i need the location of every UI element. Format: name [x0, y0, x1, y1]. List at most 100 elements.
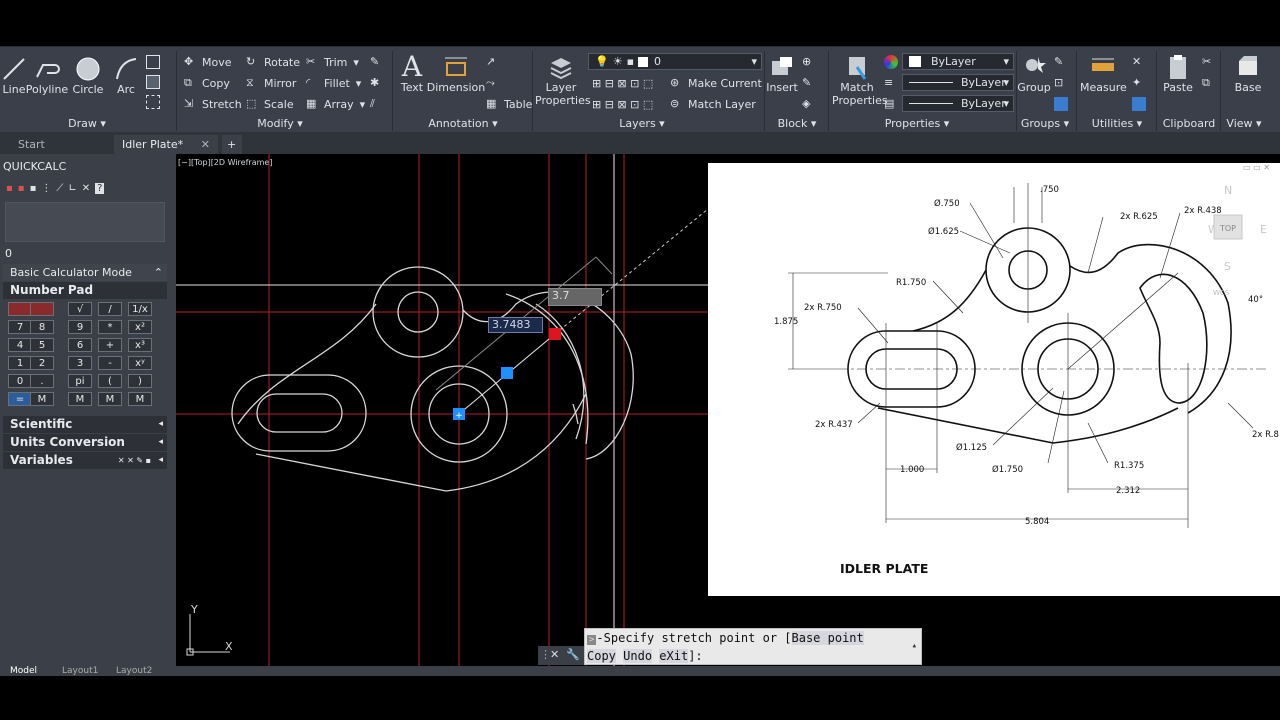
- cut-tool[interactable]: ✂: [1202, 53, 1220, 71]
- draw-group-label[interactable]: Draw ▾: [60, 117, 114, 133]
- copy-clip-tool[interactable]: ⧉: [1202, 74, 1220, 92]
- scale-button[interactable]: ⬚ Scale: [246, 95, 294, 113]
- calc-key[interactable]: /: [98, 302, 122, 316]
- clear-history-icon[interactable]: ▪: [18, 183, 25, 194]
- fillet-button[interactable]: ◜ Fillet ▾: [306, 74, 361, 92]
- move-button[interactable]: ✥ Move: [184, 53, 232, 71]
- option-undo[interactable]: Undo: [623, 649, 653, 663]
- angle-icon[interactable]: ∟: [68, 183, 76, 194]
- drawing-viewport[interactable]: [−][Top][2D Wireframe] + 3.7483 3.7 Y X: [176, 154, 708, 666]
- calc-key[interactable]: [30, 302, 54, 316]
- option-exit[interactable]: eXit: [659, 649, 689, 663]
- layer-dropdown[interactable]: 💡 ☀ ▪ 0 ▾: [588, 53, 762, 70]
- rotate-button[interactable]: ↻ Rotate: [246, 53, 300, 71]
- units-conversion-header[interactable]: Units Conversion ◂: [3, 434, 167, 451]
- rectangle-tool[interactable]: [146, 53, 164, 71]
- calc-key[interactable]: M: [128, 392, 152, 406]
- tab-start[interactable]: Start: [10, 135, 110, 154]
- groups-group-label[interactable]: Groups ▾: [1016, 117, 1074, 133]
- region-tool[interactable]: [146, 93, 164, 111]
- base-button[interactable]: Base: [1224, 53, 1272, 94]
- block-group-label[interactable]: Block ▾: [772, 117, 822, 133]
- calc-key[interactable]: 2: [30, 356, 54, 370]
- leader-tool[interactable]: ↗: [486, 53, 504, 71]
- measure-button[interactable]: Measure: [1080, 53, 1127, 94]
- group-button[interactable]: Group: [1010, 53, 1058, 94]
- clipboard-group-label[interactable]: Clipboard: [1160, 117, 1218, 133]
- mirror-button[interactable]: ⧖ Mirror: [246, 74, 296, 92]
- linetype-dropdown[interactable]: ByLayer ▾: [902, 74, 1014, 91]
- close-icon[interactable]: ✕: [550, 648, 559, 661]
- tab-layout2[interactable]: Layout2: [116, 666, 152, 676]
- lineweight-tool[interactable]: ≡: [884, 74, 902, 92]
- erase-tool[interactable]: ✎: [370, 53, 388, 71]
- layer-tools-row1[interactable]: ⊞ ⊟ ⊠ ⊡ ⬚: [592, 74, 653, 92]
- calc-key[interactable]: 7: [8, 320, 32, 334]
- option-copy[interactable]: Copy: [587, 649, 616, 663]
- calc-key[interactable]: 9: [68, 320, 92, 334]
- quick-select-tool[interactable]: ✕: [1132, 53, 1150, 71]
- attribute-tool[interactable]: ◈: [802, 95, 820, 113]
- calc-key[interactable]: .: [30, 374, 54, 388]
- table-button[interactable]: ▦ Table: [486, 95, 532, 113]
- variables-header[interactable]: Variables ✕ ✕ ✎ ▪ ◂: [3, 452, 167, 469]
- stretch-button[interactable]: ⇲ Stretch: [184, 95, 242, 113]
- clear-icon[interactable]: ▪: [6, 183, 13, 194]
- dynamic-angle-input[interactable]: 3.7: [548, 288, 602, 306]
- color-wheel-tool[interactable]: [884, 53, 902, 71]
- calc-key[interactable]: 1/x: [128, 302, 152, 316]
- calc-key[interactable]: 6: [68, 338, 92, 352]
- tab-idler-plate[interactable]: Idler Plate* ✕: [114, 135, 218, 154]
- match-properties-button[interactable]: Match Properties: [832, 53, 888, 107]
- hatch-tool[interactable]: [146, 73, 164, 91]
- trim-button[interactable]: ✂ Trim ▾: [306, 53, 359, 71]
- help-icon[interactable]: ?: [95, 183, 105, 194]
- calculator-tool[interactable]: [1132, 95, 1150, 113]
- calc-key[interactable]: 3: [68, 356, 92, 370]
- midpoint-grip[interactable]: [501, 367, 513, 379]
- group-edit-tool[interactable]: ⊡: [1054, 74, 1072, 92]
- calc-key[interactable]: [8, 302, 32, 316]
- viewport-window-controls[interactable]: ▭ ▭ ✕: [1243, 163, 1270, 172]
- calc-key[interactable]: ): [128, 374, 152, 388]
- view-group-label[interactable]: View ▾: [1224, 117, 1264, 133]
- calc-key[interactable]: (: [98, 374, 122, 388]
- tab-model[interactable]: Model: [10, 666, 37, 676]
- modify-group-label[interactable]: Modify ▾: [250, 117, 310, 133]
- calc-key[interactable]: M: [68, 392, 92, 406]
- hot-grip[interactable]: [549, 328, 561, 340]
- utilities-group-label[interactable]: Utilities ▾: [1086, 117, 1148, 133]
- tab-layout1[interactable]: Layout1: [62, 666, 98, 676]
- point-tool[interactable]: ✦: [1132, 74, 1150, 92]
- number-pad-header[interactable]: Number Pad: [3, 282, 167, 299]
- basic-calculator-mode-header[interactable]: Basic Calculator Mode ⌃: [3, 264, 167, 281]
- intersection-icon[interactable]: ✕: [82, 183, 90, 194]
- command-history-arrow-icon[interactable]: ▴: [912, 641, 917, 651]
- close-icon[interactable]: ✕: [201, 135, 210, 154]
- get-coordinates-icon[interactable]: ⋮: [41, 183, 51, 194]
- create-block-tool[interactable]: ⊕: [802, 53, 820, 71]
- paste-button[interactable]: Paste: [1154, 53, 1202, 94]
- calc-key[interactable]: *: [98, 320, 122, 334]
- calc-key[interactable]: √: [68, 302, 92, 316]
- arc-button[interactable]: Arc: [102, 55, 150, 96]
- group-select-tool[interactable]: [1054, 95, 1072, 113]
- calc-key[interactable]: x³: [128, 338, 152, 352]
- copy-button[interactable]: ⧉ Copy: [184, 74, 230, 92]
- dynamic-length-input[interactable]: 3.7483: [488, 317, 543, 333]
- calc-key[interactable]: 1: [8, 356, 32, 370]
- scientific-header[interactable]: Scientific ◂: [3, 416, 167, 433]
- layers-group-label[interactable]: Layers ▾: [612, 117, 672, 133]
- new-tab-button[interactable]: +: [222, 135, 242, 154]
- match-layer-button[interactable]: ⊜ Match Layer: [670, 95, 756, 113]
- calc-key[interactable]: M: [98, 392, 122, 406]
- calc-key[interactable]: xʸ: [128, 356, 152, 370]
- option-base-point[interactable]: Base point: [791, 631, 864, 645]
- array-button[interactable]: ▦ Array ▾: [306, 95, 365, 113]
- layer-properties-button[interactable]: Layer Properties: [535, 53, 591, 107]
- edit-block-tool[interactable]: ✎: [802, 74, 820, 92]
- wrench-icon[interactable]: 🔧: [566, 648, 580, 661]
- color-dropdown[interactable]: ByLayer ▾: [902, 53, 1014, 70]
- paste-value-icon[interactable]: ▪: [30, 183, 37, 194]
- quickcalc-display[interactable]: 0: [5, 247, 12, 260]
